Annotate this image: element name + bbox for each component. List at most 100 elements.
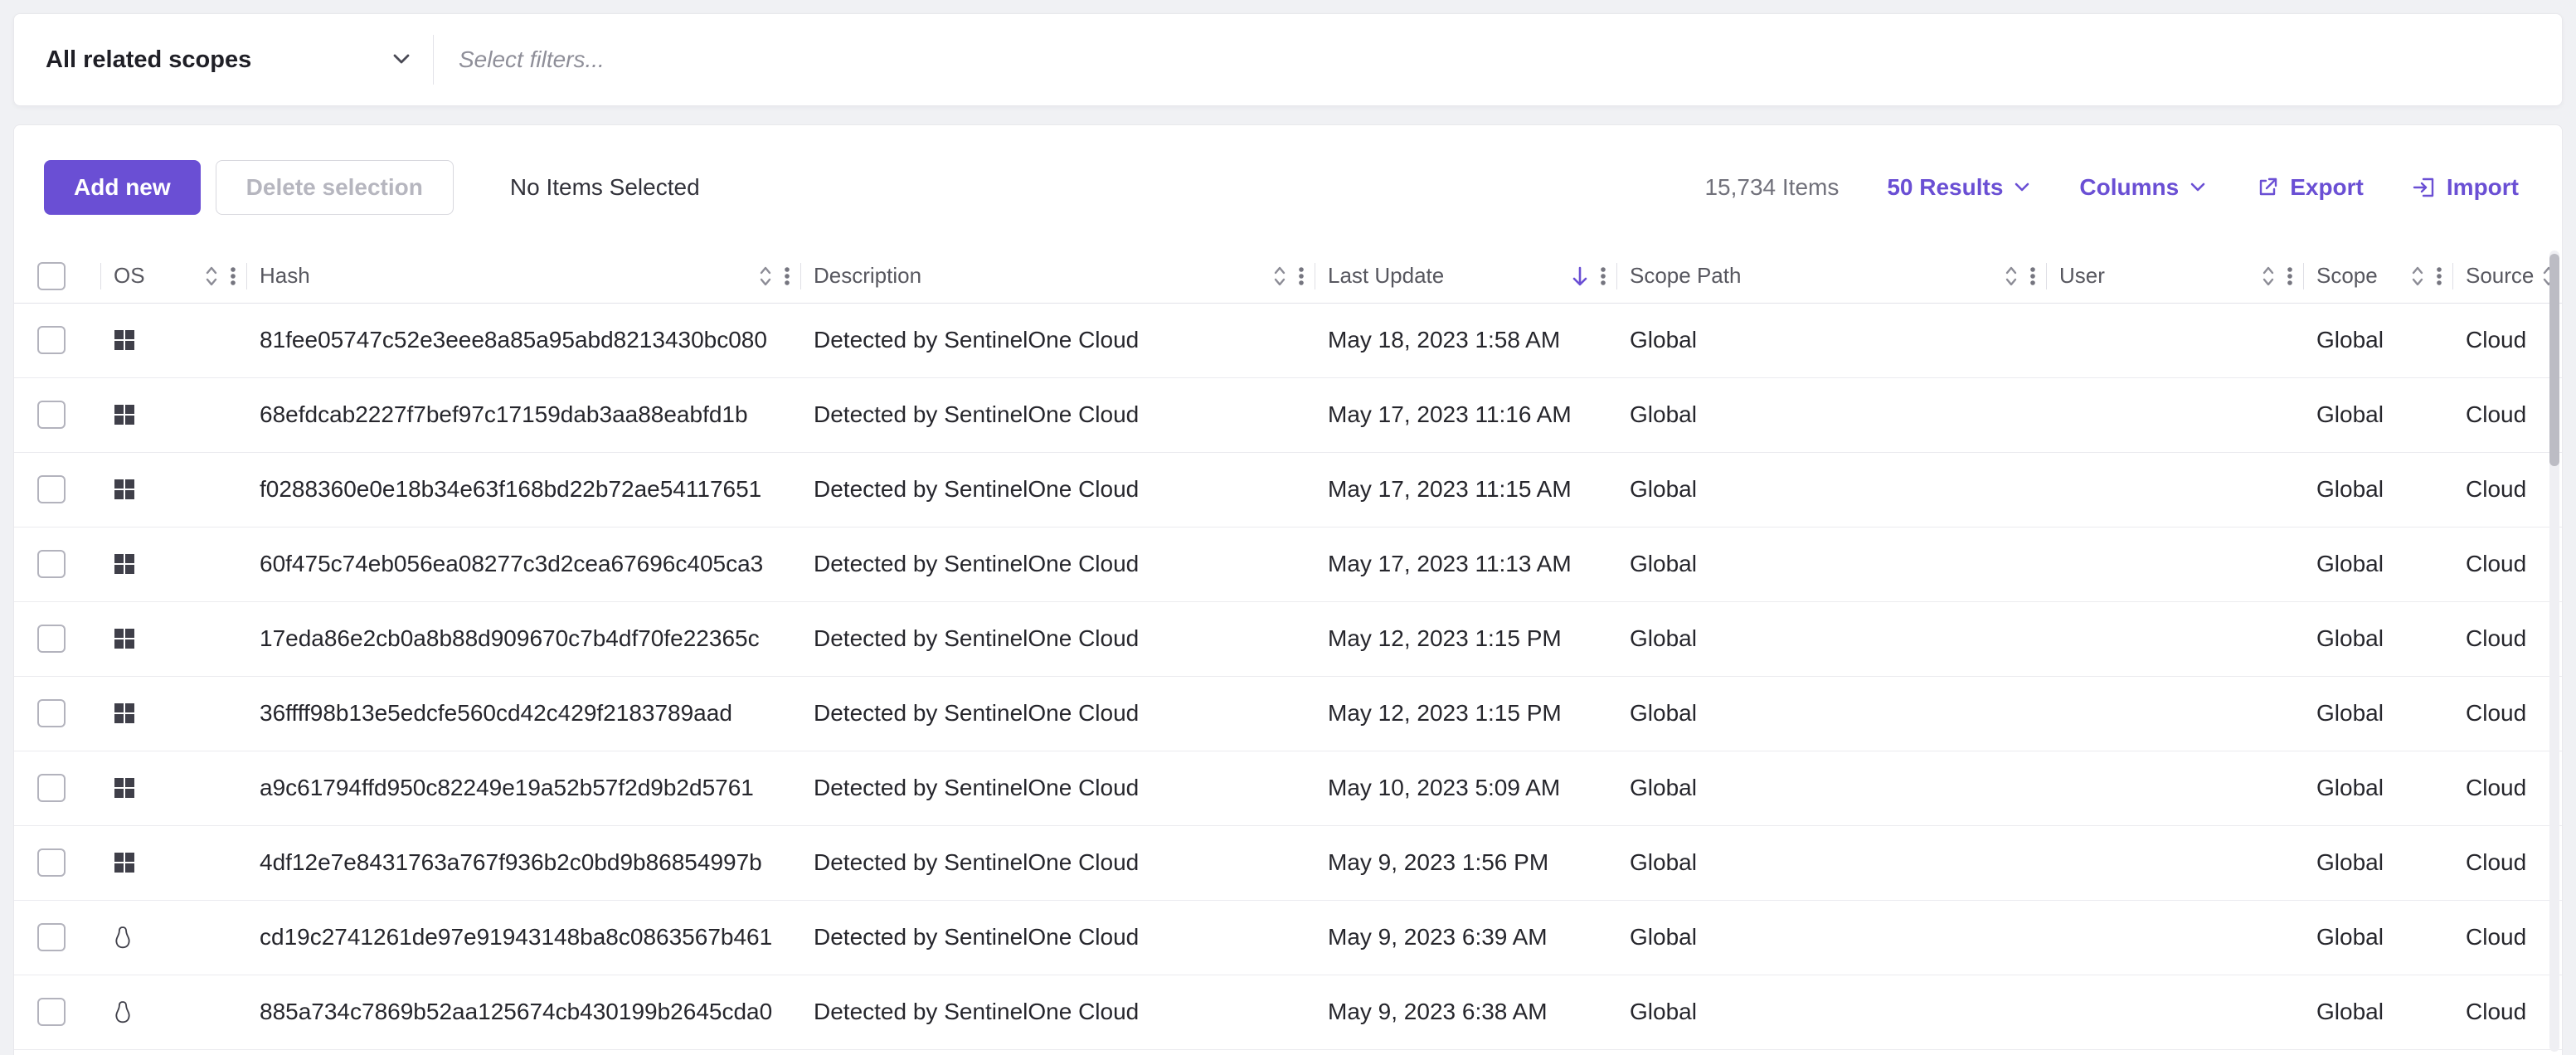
description-cell: Detected by SentinelOne Cloud xyxy=(800,751,1315,825)
table-row[interactable]: 60f475c74eb056ea08277c3d2cea67696c405ca3… xyxy=(14,527,2563,601)
scope-selector[interactable]: All related scopes xyxy=(14,14,433,105)
table-row[interactable]: a9c61794ffd950c82249e19a52b57f2d9b2d5761… xyxy=(14,751,2563,825)
source-cell: Cloud xyxy=(2452,900,2563,975)
row-checkbox[interactable] xyxy=(37,625,66,653)
last-update-cell: May 12, 2023 1:15 PM xyxy=(1315,601,1616,676)
col-header-label: Source xyxy=(2466,263,2534,289)
os-cell xyxy=(100,900,246,975)
table-row[interactable]: 17eda86e2cb0a8b88d909670c7b4df70fe22365c… xyxy=(14,601,2563,676)
hash-cell: a9c61794ffd950c82249e19a52b57f2d9b2d5761 xyxy=(246,751,800,825)
row-checkbox[interactable] xyxy=(37,848,66,877)
description-cell: Detected by SentinelOne Cloud xyxy=(800,900,1315,975)
col-header-last-update[interactable]: Last Update xyxy=(1315,250,1616,303)
col-header-hash[interactable]: Hash xyxy=(246,250,800,303)
scope-path-cell: Global xyxy=(1616,601,2046,676)
column-menu-icon[interactable] xyxy=(230,264,236,289)
delete-selection-button[interactable]: Delete selection xyxy=(216,160,454,215)
scope-selector-label: All related scopes xyxy=(46,46,251,74)
source-cell: Cloud xyxy=(2452,452,2563,527)
blocklist-table: OS Hash xyxy=(14,250,2563,1050)
col-header-os[interactable]: OS xyxy=(100,250,246,303)
table-row[interactable]: 81fee05747c52e3eee8a85a95abd8213430bc080… xyxy=(14,303,2563,377)
table-row[interactable]: 36ffff98b13e5edcfe560cd42c429f2183789aad… xyxy=(14,676,2563,751)
row-checkbox[interactable] xyxy=(37,326,66,354)
source-cell: Cloud xyxy=(2452,527,2563,601)
sort-icon[interactable] xyxy=(2409,264,2426,289)
source-cell: Cloud xyxy=(2452,676,2563,751)
os-icon-wrap xyxy=(114,703,236,724)
sort-icon[interactable] xyxy=(203,264,220,289)
selection-status: No Items Selected xyxy=(510,174,700,201)
column-menu-icon[interactable] xyxy=(2436,264,2442,289)
col-header-description[interactable]: Description xyxy=(800,250,1315,303)
filter-bar: All related scopes Select filters... xyxy=(13,13,2563,106)
windows-icon xyxy=(114,329,135,351)
filters-input[interactable]: Select filters... xyxy=(434,14,2562,105)
row-checkbox[interactable] xyxy=(37,401,66,429)
windows-icon xyxy=(114,404,135,425)
last-update-cell: May 18, 2023 1:58 AM xyxy=(1315,303,1616,377)
table-row[interactable]: 885a734c7869b52aa125674cb430199b2645cda0… xyxy=(14,975,2563,1049)
import-button-label: Import xyxy=(2447,174,2519,201)
scope-cell: Global xyxy=(2303,452,2452,527)
sort-icon[interactable] xyxy=(757,264,774,289)
export-button[interactable]: Export xyxy=(2255,174,2364,201)
source-cell: Cloud xyxy=(2452,825,2563,900)
hash-cell: 17eda86e2cb0a8b88d909670c7b4df70fe22365c xyxy=(246,601,800,676)
toolbar-right: 15,734 Items 50 Results Columns Export I… xyxy=(1704,174,2519,201)
os-cell xyxy=(100,676,246,751)
row-checkbox[interactable] xyxy=(37,923,66,951)
col-header-user[interactable]: User xyxy=(2046,250,2303,303)
sort-desc-icon[interactable] xyxy=(1570,264,1590,289)
add-new-button[interactable]: Add new xyxy=(44,160,201,215)
column-menu-icon[interactable] xyxy=(2287,264,2293,289)
os-icon-wrap xyxy=(114,553,236,575)
col-header-scope-path[interactable]: Scope Path xyxy=(1616,250,2046,303)
last-update-cell: May 9, 2023 6:38 AM xyxy=(1315,975,1616,1049)
user-cell xyxy=(2046,527,2303,601)
import-button[interactable]: Import xyxy=(2412,174,2519,201)
scope-path-cell: Global xyxy=(1616,751,2046,825)
column-menu-icon[interactable] xyxy=(1298,264,1305,289)
column-menu-icon[interactable] xyxy=(1600,264,1606,289)
table-row[interactable]: cd19c2741261de97e91943148ba8c0863567b461… xyxy=(14,900,2563,975)
col-header-scope[interactable]: Scope xyxy=(2303,250,2452,303)
column-menu-icon[interactable] xyxy=(2029,264,2036,289)
description-cell: Detected by SentinelOne Cloud xyxy=(800,825,1315,900)
sort-icon[interactable] xyxy=(2260,264,2277,289)
description-cell: Detected by SentinelOne Cloud xyxy=(800,527,1315,601)
row-checkbox[interactable] xyxy=(37,998,66,1026)
row-checkbox-cell xyxy=(14,303,100,377)
scrollbar-track[interactable] xyxy=(2549,250,2559,1052)
scope-cell: Global xyxy=(2303,601,2452,676)
user-cell xyxy=(2046,601,2303,676)
windows-icon xyxy=(114,628,135,649)
row-checkbox-cell xyxy=(14,975,100,1049)
import-icon xyxy=(2412,175,2437,200)
sort-icon[interactable] xyxy=(1271,264,1288,289)
source-cell: Cloud xyxy=(2452,751,2563,825)
select-all-checkbox[interactable] xyxy=(37,262,66,290)
scope-cell: Global xyxy=(2303,527,2452,601)
windows-icon xyxy=(114,479,135,500)
table-row[interactable]: 4df12e7e8431763a767f936b2c0bd9b86854997b… xyxy=(14,825,2563,900)
row-checkbox[interactable] xyxy=(37,774,66,802)
results-dropdown[interactable]: 50 Results xyxy=(1887,174,2031,201)
table-row[interactable]: f0288360e0e18b34e63f168bd22b72ae54117651… xyxy=(14,452,2563,527)
os-cell xyxy=(100,975,246,1049)
row-checkbox[interactable] xyxy=(37,550,66,578)
col-header-source[interactable]: Source xyxy=(2452,250,2563,303)
toolbar: Add new Delete selection No Items Select… xyxy=(14,125,2562,250)
column-menu-icon[interactable] xyxy=(784,264,790,289)
row-checkbox[interactable] xyxy=(37,699,66,727)
scrollbar-thumb[interactable] xyxy=(2549,254,2559,466)
row-checkbox[interactable] xyxy=(37,475,66,503)
scope-cell: Global xyxy=(2303,900,2452,975)
columns-dropdown[interactable]: Columns xyxy=(2079,174,2207,201)
sort-icon[interactable] xyxy=(2003,264,2019,289)
os-cell xyxy=(100,601,246,676)
col-header-label: Description xyxy=(814,263,921,289)
table-row[interactable]: 68efdcab2227f7bef97c17159dab3aa88eabfd1b… xyxy=(14,377,2563,452)
source-cell: Cloud xyxy=(2452,601,2563,676)
hash-cell: 885a734c7869b52aa125674cb430199b2645cda0 xyxy=(246,975,800,1049)
